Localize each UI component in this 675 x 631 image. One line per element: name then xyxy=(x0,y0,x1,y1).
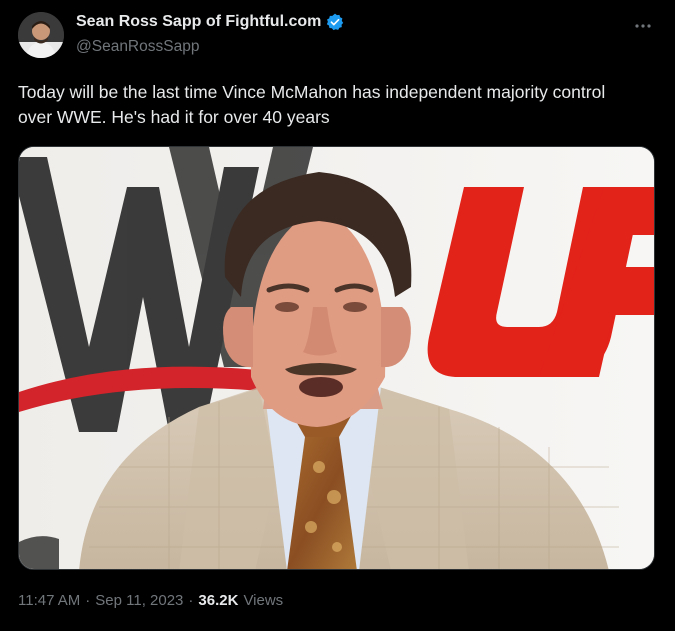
views-count: 36.2K xyxy=(198,592,239,609)
author-handle[interactable]: @SeanRossSapp xyxy=(76,38,199,56)
meta-separator: · xyxy=(188,592,194,609)
views-label: Views xyxy=(243,592,284,609)
author-name-row: Sean Ross Sapp of Fightful.com xyxy=(76,13,344,31)
more-dots xyxy=(635,24,651,28)
tweet-media-image[interactable] xyxy=(18,146,655,570)
avatar-image xyxy=(18,12,64,58)
tweet-date[interactable]: Sep 11, 2023 xyxy=(95,592,183,609)
more-icon[interactable] xyxy=(633,16,653,36)
tweet-time[interactable]: 11:47 AM xyxy=(18,592,80,609)
tweet-text: Today will be the last time Vince McMaho… xyxy=(18,82,606,127)
meta-separator: · xyxy=(85,592,91,609)
media-illustration xyxy=(19,147,654,569)
avatar[interactable] xyxy=(18,12,64,58)
tweet-meta: 11:47 AM · Sep 11, 2023 · 36.2K Views xyxy=(18,592,283,609)
verified-badge-icon xyxy=(327,13,344,31)
tweet: Sean Ross Sapp of Fightful.com @SeanRoss… xyxy=(0,0,675,631)
author-display-name[interactable]: Sean Ross Sapp of Fightful.com xyxy=(76,13,321,31)
